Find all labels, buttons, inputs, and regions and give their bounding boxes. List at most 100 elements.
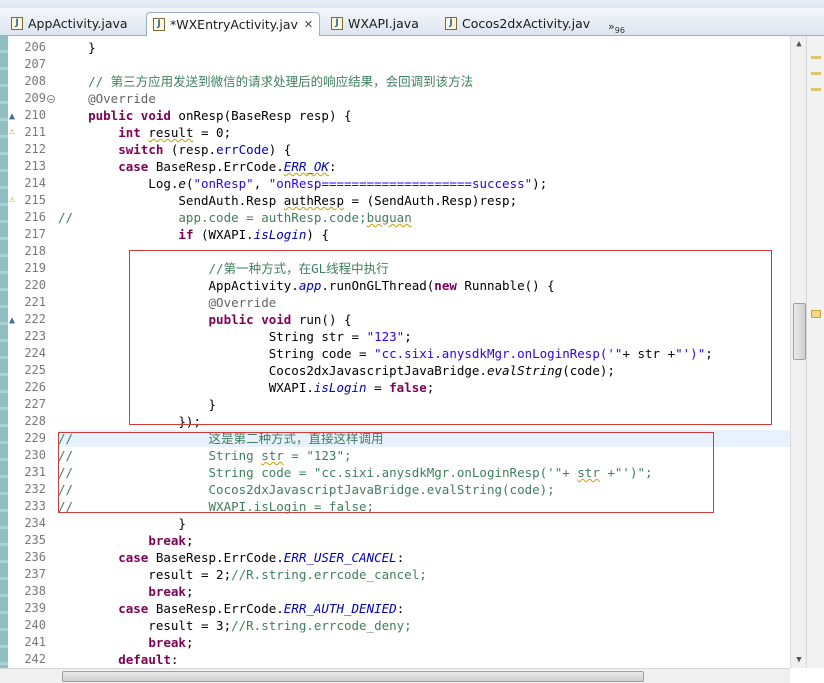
code-line[interactable]: case BaseResp.ErrCode.ERR_AUTH_DENIED: xyxy=(58,600,790,617)
line-number: 225 xyxy=(24,363,46,377)
code-line[interactable]: int result = 0; xyxy=(58,124,790,141)
code-token: ; xyxy=(705,346,713,361)
tab-app-activity[interactable]: J AppActivity.java xyxy=(4,12,142,34)
code-line[interactable]: Cocos2dxJavascriptJavaBridge.evalString(… xyxy=(58,362,790,379)
code-line[interactable]: case BaseResp.ErrCode.ERR_USER_CANCEL: xyxy=(58,549,790,566)
code-token: onResp(BaseResp resp) { xyxy=(170,108,352,123)
code-line[interactable]: String str = "123"; xyxy=(58,328,790,345)
line-number: 231 xyxy=(24,465,46,479)
code-line[interactable]: default: xyxy=(58,651,790,668)
code-token: isLogin xyxy=(253,227,307,242)
scroll-up-icon[interactable]: ▲ xyxy=(791,36,807,52)
code-token: case xyxy=(118,601,149,616)
line-number: 216 xyxy=(24,210,46,224)
line-number: 233 xyxy=(24,499,46,513)
code-line[interactable]: //第一种方式，在GL线程中执行 xyxy=(58,260,790,277)
overview-ruler[interactable] xyxy=(806,36,824,668)
code-line[interactable]: // WXAPI.isLogin = false; xyxy=(58,498,790,515)
tab-cocos2dx-activity[interactable]: J Cocos2dxActivity.jav xyxy=(438,12,600,34)
code-line[interactable]: String code = "cc.sixi.anysdkMgr.onLogin… xyxy=(58,345,790,362)
code-line[interactable] xyxy=(58,56,790,73)
vertical-scrollbar[interactable]: ▲ ▼ xyxy=(790,36,807,668)
scroll-thumb[interactable] xyxy=(62,671,644,682)
code-line[interactable]: public void onResp(BaseResp resp) { xyxy=(58,107,790,124)
code-line[interactable]: @Override xyxy=(58,90,790,107)
warning-marker[interactable] xyxy=(811,72,821,75)
code-line[interactable]: result = 2;//R.string.errcode_cancel; xyxy=(58,566,790,583)
code-line[interactable]: public void run() { xyxy=(58,311,790,328)
code-line[interactable]: } xyxy=(58,39,790,56)
code-line[interactable]: // 这是第二种方式，直接这样调用 xyxy=(58,430,790,447)
code-line[interactable]: // app.code = authResp.code;buguan xyxy=(58,209,790,226)
code-token: void xyxy=(140,108,171,123)
code-token: (WXAPI. xyxy=(193,227,254,242)
code-line[interactable]: // 第三方应用发送到微信的请求处理后的响应结果，会回调到该方法 xyxy=(58,73,790,90)
code-token: default xyxy=(118,652,171,667)
code-line[interactable] xyxy=(58,243,790,260)
code-line[interactable]: // Cocos2dxJavascriptJavaBridge.evalStri… xyxy=(58,481,790,498)
code-line[interactable]: if (WXAPI.isLogin) { xyxy=(58,226,790,243)
code-line[interactable]: break; xyxy=(58,583,790,600)
code-line[interactable]: // String str = "123"; xyxy=(58,447,790,464)
horizontal-scrollbar[interactable] xyxy=(0,668,790,683)
warning-marker[interactable] xyxy=(811,56,821,59)
code-token: BaseResp.ErrCode. xyxy=(148,550,284,565)
code-token: ERR_USER_CANCEL xyxy=(283,550,397,565)
line-number: 211 xyxy=(24,125,46,139)
warning-icon[interactable]: ⚠ xyxy=(9,126,15,137)
line-number: 229 xyxy=(24,431,46,445)
tab-wxapi[interactable]: J WXAPI.java xyxy=(324,12,434,34)
code-line[interactable]: break; xyxy=(58,532,790,549)
code-line[interactable]: Log.e("onResp", "onResp=================… xyxy=(58,175,790,192)
line-number: 235 xyxy=(24,533,46,547)
code-token: ; xyxy=(185,584,194,599)
code-line[interactable]: switch (resp.errCode) { xyxy=(58,141,790,158)
code-token: result = 3; xyxy=(58,618,232,633)
line-number: 212 xyxy=(24,142,46,156)
scroll-down-icon[interactable]: ▼ xyxy=(791,652,807,668)
warning-marker[interactable] xyxy=(811,310,821,318)
code-token: = (SendAuth.Resp)resp; xyxy=(344,193,518,208)
code-line[interactable]: result = 3;//R.string.errcode_deny; xyxy=(58,617,790,634)
line-number: 237 xyxy=(24,567,46,581)
code-token: +"')"; xyxy=(599,465,653,480)
code-line[interactable]: } xyxy=(58,515,790,532)
code-token: isLogin xyxy=(313,380,367,395)
code-token: (resp. xyxy=(163,142,217,157)
code-line[interactable]: }); xyxy=(58,413,790,430)
tab-wx-entry-activity[interactable]: J *WXEntryActivity.jav ✕ xyxy=(146,12,320,36)
code-token: "')" xyxy=(675,346,706,361)
code-line[interactable]: WXAPI.isLogin = false; xyxy=(58,379,790,396)
code-editor[interactable]: 206 207 208 209 210 211 212 213 214 215 216 217 218 2… xyxy=(0,36,790,668)
code-line[interactable]: SendAuth.Resp authResp = (SendAuth.Resp)… xyxy=(58,192,790,209)
code-line[interactable]: break; xyxy=(58,634,790,651)
code-token: break xyxy=(148,635,186,650)
code-line[interactable]: case BaseResp.ErrCode.ERR_OK: xyxy=(58,158,790,175)
warning-icon[interactable]: ⚠ xyxy=(9,194,15,205)
code-line[interactable]: // String code = "cc.sixi.anysdkMgr.onLo… xyxy=(58,464,790,481)
scroll-thumb[interactable] xyxy=(793,303,806,360)
code-token: AppActivity. xyxy=(58,278,299,293)
tab-overflow-button[interactable]: »96 xyxy=(608,20,625,35)
code-token: }); xyxy=(58,414,201,429)
code-token: : xyxy=(328,159,337,174)
line-number: 234 xyxy=(24,516,46,530)
override-triangle-icon: ▲ xyxy=(9,111,16,122)
code-line[interactable]: } xyxy=(58,396,790,413)
line-number: 213 xyxy=(24,159,46,173)
line-number: 209 xyxy=(24,91,46,105)
fold-toggle-icon[interactable]: − xyxy=(47,95,55,104)
code-token: // String code = "cc.sixi.anysdkMgr.onLo… xyxy=(58,465,578,480)
code-line[interactable]: @Override xyxy=(58,294,790,311)
line-number: 232 xyxy=(24,482,46,496)
warning-marker[interactable] xyxy=(811,88,821,91)
line-number: 207 xyxy=(24,57,46,71)
code-token: break xyxy=(148,533,186,548)
line-number-ruler: 206 207 208 209 210 211 212 213 214 215 216 217 218 2… xyxy=(20,36,50,668)
code-area[interactable]: } // 第三方应用发送到微信的请求处理后的响应结果，会回调到该方法 @Over… xyxy=(58,36,790,668)
code-token: // 这是第二种方式，直接这样调用 xyxy=(58,431,384,446)
code-line[interactable]: AppActivity.app.runOnGLThread(new Runnab… xyxy=(58,277,790,294)
close-icon[interactable]: ✕ xyxy=(304,18,313,31)
code-token: public xyxy=(88,108,134,123)
